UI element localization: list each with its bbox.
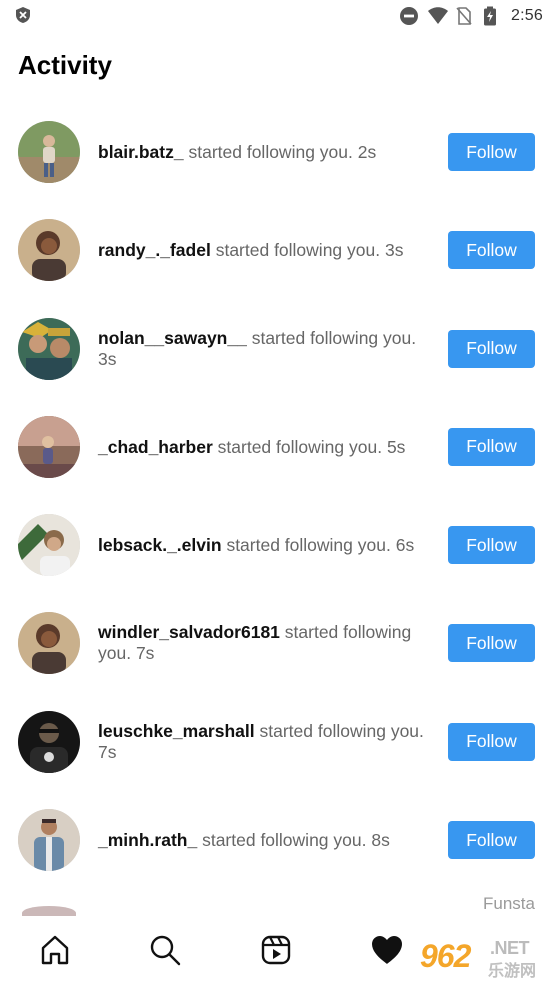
follow-button[interactable]: Follow	[448, 722, 535, 761]
activity-row: blair.batz_ started following you. 2s Fo…	[0, 104, 553, 202]
avatar[interactable]	[18, 710, 80, 773]
action-text: started following you.	[215, 240, 381, 261]
activity-time: 3s	[384, 240, 404, 261]
username-link[interactable]: _minh.rath_	[98, 830, 197, 850]
action-text: started following you.	[259, 720, 424, 741]
home-icon[interactable]	[35, 930, 75, 970]
follow-button[interactable]: Follow	[448, 231, 535, 270]
battery-charging-icon	[483, 6, 503, 26]
action-text: started following you.	[226, 535, 391, 556]
activity-row: _minh.rath_ started following you. 8s Fo…	[0, 792, 553, 890]
follow-button[interactable]: Follow	[448, 526, 535, 565]
activity-time: 6s	[395, 535, 415, 556]
follow-button[interactable]: Follow	[448, 821, 535, 860]
activity-row: nolan__sawayn__ started following you. 3…	[0, 301, 553, 399]
action-text: started following you.	[202, 830, 367, 851]
site-watermark-logo: 962 .NET 乐游网	[414, 938, 548, 980]
activity-time: 7s	[98, 741, 117, 762]
username-link[interactable]: nolan__sawayn__	[98, 328, 247, 348]
action-text: started following you.	[217, 436, 383, 457]
avatar[interactable]	[18, 415, 80, 478]
activity-row: _chad_harber started following you. 5s F…	[0, 399, 553, 497]
activity-time: 8s	[371, 830, 390, 851]
badge-number: 962	[420, 938, 471, 974]
username-link[interactable]: _chad_harber	[98, 437, 213, 457]
avatar[interactable]	[18, 317, 80, 380]
reels-icon[interactable]	[256, 930, 296, 970]
activity-text: randy_._fadel started following you. 3s	[98, 240, 436, 261]
status-bar: 2:56	[0, 0, 553, 32]
activity-text: lebsack._.elvin started following you. 6…	[98, 535, 436, 556]
activity-row: randy_._fadel started following you. 3s …	[0, 202, 553, 300]
search-icon[interactable]	[145, 930, 185, 970]
page-title: Activity	[18, 50, 112, 80]
activity-time: 2s	[357, 142, 377, 162]
shield-icon	[14, 6, 32, 24]
activity-time: 5s	[386, 436, 406, 457]
activity-text: windler_salvador6181 started following y…	[98, 622, 436, 664]
avatar[interactable]	[18, 219, 80, 282]
avatar[interactable]	[18, 514, 80, 577]
status-icons: 2:56	[399, 4, 543, 28]
activity-time: 7s	[135, 643, 155, 664]
no-sim-icon	[455, 6, 475, 26]
badge-cn: 乐游网	[488, 963, 537, 980]
username-link[interactable]: randy_._fadel	[98, 240, 211, 260]
username-link[interactable]: windler_salvador6181	[98, 622, 280, 642]
activity-text: leuschke_marshall started following you.…	[98, 721, 436, 763]
status-time: 2:56	[511, 7, 543, 24]
activity-text: nolan__sawayn__ started following you. 3…	[98, 328, 436, 370]
activity-text: _minh.rath_ started following you. 8s	[98, 830, 436, 851]
activity-list: blair.batz_ started following you. 2s Fo…	[0, 104, 553, 890]
avatar[interactable]	[18, 121, 80, 183]
follow-button[interactable]: Follow	[448, 329, 535, 368]
username-link[interactable]: lebsack._.elvin	[98, 535, 222, 555]
username-link[interactable]: leuschke_marshall	[98, 721, 255, 741]
follow-button[interactable]: Follow	[448, 427, 535, 466]
badge-net: .NET	[490, 938, 530, 958]
avatar[interactable]	[18, 612, 80, 675]
activity-row: windler_salvador6181 started following y…	[0, 595, 553, 693]
do-not-disturb-icon	[399, 6, 419, 26]
activity-text: blair.batz_ started following you. 2s	[98, 142, 436, 163]
username-link[interactable]: blair.batz_	[98, 142, 184, 162]
action-text: started following you.	[251, 327, 417, 348]
activity-row: leuschke_marshall started following you.…	[0, 694, 553, 792]
activity-row: lebsack._.elvin started following you. 6…	[0, 497, 553, 595]
action-text: started following you.	[188, 142, 353, 162]
follow-button[interactable]: Follow	[448, 133, 535, 171]
watermark-text: Funsta	[483, 894, 535, 913]
activity-heart-icon[interactable]	[367, 930, 407, 970]
follow-button[interactable]: Follow	[448, 624, 535, 663]
avatar[interactable]	[18, 809, 80, 872]
activity-time: 3s	[98, 348, 117, 369]
activity-text: _chad_harber started following you. 5s	[98, 437, 436, 458]
wifi-icon	[427, 6, 449, 26]
